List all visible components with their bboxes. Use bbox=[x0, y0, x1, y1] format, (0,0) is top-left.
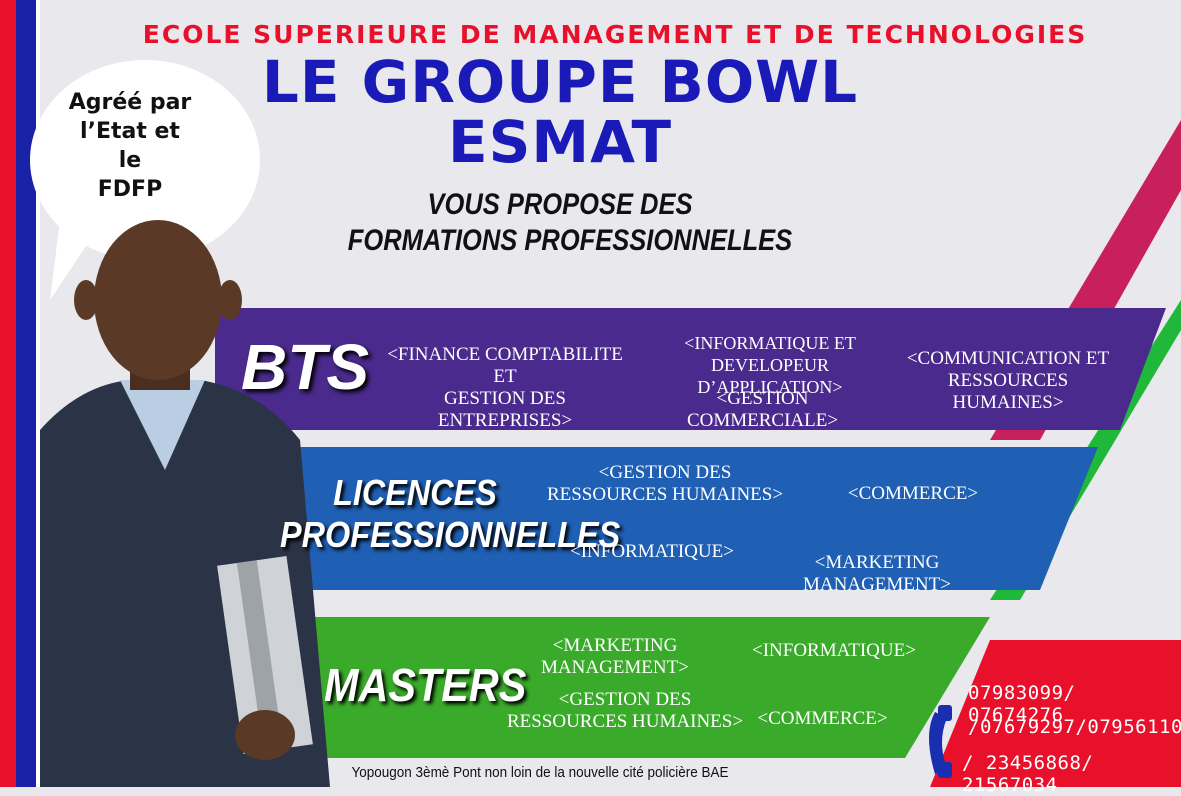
licences-course-rh-line2: RESSOURCES HUMAINES> bbox=[546, 484, 784, 505]
accreditation-line3: le bbox=[118, 148, 142, 173]
title-line2: ESMAT bbox=[447, 108, 673, 176]
licences-course-informatique: <INFORMATIQUE> bbox=[570, 541, 734, 562]
bts-title: BTS bbox=[241, 331, 369, 403]
masters-title: MASTERS bbox=[324, 659, 527, 711]
licences-title: LICENCES PROFESSIONNELLES bbox=[280, 472, 621, 556]
address: Yopougon 3èmè Pont non loin de la nouvel… bbox=[351, 764, 729, 781]
bts-course-informatique-line1: <INFORMATIQUE ET DEVELOPEUR bbox=[684, 333, 856, 375]
subtitle-line2: FORMATIONS PROFESSIONNELLES bbox=[347, 224, 793, 257]
bts-course-gestion-commerciale: <GESTION COMMERCIALE> bbox=[686, 388, 839, 431]
licences-course-rh-line1: <GESTION DES bbox=[598, 462, 732, 483]
masters-course-rh-line1: <GESTION DES bbox=[558, 689, 692, 710]
subtitle-line1: VOUS PROPOSE DES bbox=[427, 188, 693, 221]
phone-icon bbox=[929, 705, 952, 778]
licences-course-marketing: <MARKETING MANAGEMENT> bbox=[803, 552, 951, 595]
licences-title-line2: PROFESSIONNELLES bbox=[280, 514, 621, 555]
masters-course-marketing: <MARKETING MANAGEMENT> bbox=[541, 635, 689, 678]
accreditation-line4: FDFP bbox=[97, 177, 163, 202]
licences-title-line1: LICENCES bbox=[333, 472, 497, 513]
bts-course-finance: <FINANCE COMPTABILITE ET GESTION DES ENT… bbox=[375, 344, 635, 432]
masters-course-rh-line2: RESSOURCES HUMAINES> bbox=[506, 711, 744, 732]
title-line1: LE GROUPE BOWL bbox=[261, 48, 859, 116]
bts-course-finance-line1: <FINANCE COMPTABILITE ET bbox=[387, 344, 623, 387]
licences-course-rh: <GESTION DES RESSOURCES HUMAINES> bbox=[540, 462, 790, 506]
bts-course-communication-line1: <COMMUNICATION ET bbox=[906, 348, 1110, 369]
masters-course-commerce: <COMMERCE> bbox=[757, 708, 888, 729]
contact-phone-line2: /07679297/07956110 bbox=[968, 716, 1181, 738]
licences-course-commerce: <COMMERCE> bbox=[847, 483, 979, 504]
accreditation-line1: Agréé par bbox=[68, 90, 192, 115]
contact-phone-line3: / 23456868/ 21567034 bbox=[962, 752, 1094, 796]
accreditation-line2: l’Etat et bbox=[80, 119, 180, 144]
masters-course-rh: <GESTION DES RESSOURCES HUMAINES> bbox=[500, 689, 750, 733]
school-name: ECOLE SUPERIEURE DE MANAGEMENT ET DE TEC… bbox=[142, 20, 1088, 49]
bts-course-finance-line2: GESTION DES ENTREPRISES> bbox=[437, 388, 573, 431]
bts-course-communication-line2: RESSOURCES HUMAINES> bbox=[947, 370, 1069, 413]
masters-course-informatique: <INFORMATIQUE> bbox=[752, 640, 916, 661]
accreditation-text: Agréé par l’Etat et le FDFP bbox=[40, 88, 220, 204]
bts-course-communication: <COMMUNICATION ET RESSOURCES HUMAINES> bbox=[893, 348, 1123, 414]
